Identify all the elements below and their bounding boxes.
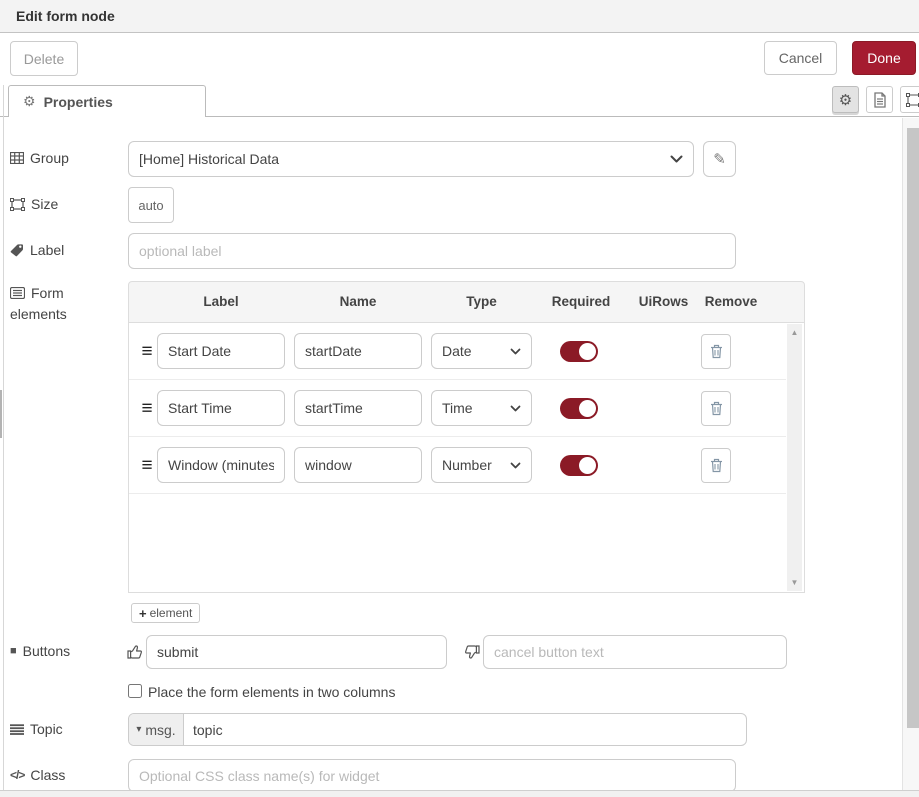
bars-icon bbox=[10, 724, 24, 735]
remove-element-button[interactable] bbox=[701, 334, 731, 369]
buttons-field-label: ■ Buttons bbox=[10, 643, 70, 659]
cancel-button[interactable]: Cancel bbox=[764, 41, 837, 75]
element-label-input[interactable] bbox=[157, 447, 285, 483]
size-auto-button[interactable]: auto bbox=[128, 187, 174, 223]
thumbs-up-icon bbox=[127, 644, 143, 660]
submit-button-text-input[interactable] bbox=[146, 635, 447, 669]
topic-prefix: msg. bbox=[145, 722, 175, 738]
form-elements-scrollbar[interactable]: ▲ ▼ bbox=[787, 324, 802, 591]
element-type-select[interactable]: Date bbox=[431, 333, 532, 369]
dialog-scrollbar[interactable] bbox=[902, 118, 919, 790]
tab-properties[interactable]: ⚙ Properties bbox=[8, 85, 206, 117]
class-field-label: </> Class bbox=[10, 767, 65, 783]
two-columns-checkbox-label[interactable]: Place the form elements in two columns bbox=[148, 684, 395, 700]
code-icon: </> bbox=[10, 768, 24, 782]
column-header-name: Name bbox=[294, 294, 422, 309]
delete-button[interactable]: Delete bbox=[10, 41, 78, 76]
scroll-down-icon[interactable]: ▼ bbox=[787, 578, 802, 587]
label-input[interactable] bbox=[128, 233, 736, 269]
done-button[interactable]: Done bbox=[852, 41, 916, 75]
form-elements-table-body: ≡ Date ≡ Time bbox=[128, 323, 805, 593]
remove-element-button[interactable] bbox=[701, 448, 731, 483]
column-header-label: Label bbox=[157, 294, 285, 309]
cancel-button-text-input[interactable] bbox=[483, 635, 787, 669]
element-type-select[interactable]: Time bbox=[431, 390, 532, 426]
element-label-input[interactable] bbox=[157, 333, 285, 369]
pencil-icon: ✎ bbox=[713, 150, 726, 168]
tag-icon bbox=[10, 243, 24, 257]
square-icon: ■ bbox=[10, 645, 17, 657]
required-toggle[interactable] bbox=[560, 398, 598, 419]
chevron-down-icon bbox=[510, 462, 521, 469]
drag-handle-icon[interactable]: ≡ bbox=[137, 342, 157, 361]
two-columns-checkbox[interactable] bbox=[128, 684, 142, 698]
form-elements-table: Label Name Type Required UiRows Remove ≡… bbox=[128, 281, 805, 593]
dialog-bottom-edge bbox=[0, 790, 919, 797]
description-button[interactable] bbox=[866, 86, 893, 113]
topic-typed-input[interactable]: ▾ msg. topic bbox=[128, 713, 747, 746]
caret-down-icon: ▾ bbox=[136, 724, 141, 735]
required-toggle[interactable] bbox=[560, 341, 598, 362]
chevron-down-icon bbox=[510, 348, 521, 355]
panel-left-edge bbox=[3, 85, 4, 790]
label-field-label: Label bbox=[10, 242, 64, 258]
column-header-remove: Remove bbox=[696, 294, 766, 309]
dialog-scrollbar-thumb[interactable] bbox=[907, 128, 919, 728]
left-scrollbar-thumb bbox=[0, 390, 2, 438]
size-field-label: Size bbox=[10, 196, 58, 212]
element-name-input[interactable] bbox=[294, 333, 422, 369]
form-element-row: ≡ Time bbox=[129, 380, 786, 437]
column-header-type: Type bbox=[431, 294, 532, 309]
form-element-row: ≡ Date bbox=[129, 323, 786, 380]
list-alt-icon bbox=[10, 287, 25, 299]
appearance-icon bbox=[906, 93, 919, 107]
trash-icon bbox=[710, 401, 723, 416]
element-label-input[interactable] bbox=[157, 390, 285, 426]
form-elements-table-header: Label Name Type Required UiRows Remove bbox=[128, 281, 805, 323]
element-type-select[interactable]: Number bbox=[431, 447, 532, 483]
document-icon bbox=[873, 92, 887, 108]
dialog-title: Edit form node bbox=[16, 8, 115, 24]
drag-handle-icon[interactable]: ≡ bbox=[137, 456, 157, 475]
chevron-down-icon bbox=[670, 155, 683, 163]
tab-properties-label: Properties bbox=[44, 94, 113, 110]
required-toggle[interactable] bbox=[560, 455, 598, 476]
table-grid-icon bbox=[10, 152, 24, 164]
group-select-value: [Home] Historical Data bbox=[139, 151, 279, 167]
class-input[interactable] bbox=[128, 759, 736, 792]
topic-field-label: Topic bbox=[10, 721, 63, 737]
gear-icon: ⚙ bbox=[23, 93, 36, 110]
element-name-input[interactable] bbox=[294, 390, 422, 426]
remove-element-button[interactable] bbox=[701, 391, 731, 426]
column-header-uirows: UiRows bbox=[631, 294, 696, 309]
chevron-down-icon bbox=[510, 405, 521, 412]
column-header-required: Required bbox=[541, 294, 621, 309]
topic-value[interactable]: topic bbox=[184, 714, 746, 745]
trash-icon bbox=[710, 458, 723, 473]
edit-form-node-dialog: Edit form node Delete Cancel Done ⚙ Prop… bbox=[0, 0, 919, 797]
thumbs-down-icon bbox=[464, 644, 480, 660]
trash-icon bbox=[710, 344, 723, 359]
gear-icon: ⚙ bbox=[839, 91, 852, 109]
form-element-row: ≡ Number bbox=[129, 437, 786, 494]
scroll-up-icon[interactable]: ▲ bbox=[787, 328, 802, 337]
group-field-label: Group bbox=[10, 150, 69, 166]
element-name-input[interactable] bbox=[294, 447, 422, 483]
properties-settings-button[interactable]: ⚙ bbox=[832, 86, 859, 113]
dialog-header: Edit form node bbox=[0, 0, 919, 33]
form-elements-field-label: Form elements bbox=[10, 283, 122, 324]
add-element-button[interactable]: + element bbox=[131, 603, 200, 623]
appearance-button[interactable] bbox=[900, 86, 919, 113]
object-group-icon bbox=[10, 198, 25, 211]
plus-icon: + bbox=[139, 606, 147, 621]
edit-group-button[interactable]: ✎ bbox=[703, 141, 736, 177]
drag-handle-icon[interactable]: ≡ bbox=[137, 399, 157, 418]
topic-type-selector[interactable]: ▾ msg. bbox=[129, 714, 184, 745]
group-select[interactable]: [Home] Historical Data bbox=[128, 141, 694, 177]
